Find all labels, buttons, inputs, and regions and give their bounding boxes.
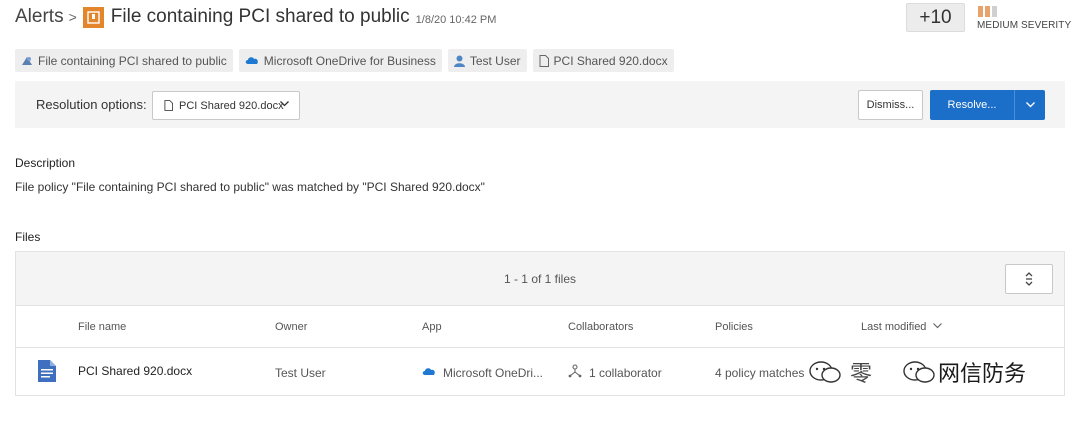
breadcrumb-separator: >: [68, 9, 77, 25]
related-alerts-count[interactable]: +10: [906, 3, 965, 32]
resolution-options-dropdown[interactable]: PCI Shared 920.docx: [152, 91, 300, 120]
policies-cell[interactable]: 4 policy matches: [715, 366, 804, 380]
tag-policy[interactable]: File containing PCI shared to public: [15, 49, 233, 72]
chevron-down-icon: [280, 101, 289, 107]
alert-timestamp: 1/8/20 10:42 PM: [415, 13, 497, 26]
resolution-selected-value: PCI Shared 920.docx: [179, 99, 284, 112]
file-name-cell[interactable]: PCI Shared 920.docx: [78, 364, 192, 378]
document-icon: [164, 100, 173, 111]
word-document-icon: [38, 360, 56, 382]
tag-label: PCI Shared 920.docx: [553, 53, 668, 68]
onedrive-icon: [422, 368, 435, 375]
files-toolbar: 1 - 1 of 1 files: [16, 252, 1064, 306]
tag-app[interactable]: Microsoft OneDrive for Business: [238, 49, 442, 72]
page-title: File containing PCI shared to public: [110, 6, 410, 27]
wechat-icon: [809, 361, 841, 383]
resolve-button-label: Resolve...: [947, 99, 997, 111]
dismiss-button[interactable]: Dismiss...: [858, 90, 923, 120]
column-header-file-name[interactable]: File name: [78, 321, 126, 333]
onedrive-icon: [245, 57, 258, 64]
column-header-owner[interactable]: Owner: [275, 321, 307, 333]
column-header-last-modified[interactable]: Last modified: [861, 321, 942, 333]
description-text: File policy "File containing PCI shared …: [15, 180, 485, 194]
collaborators-icon: [568, 364, 582, 378]
policy-icon: [22, 57, 32, 65]
wechat-icon: [903, 361, 935, 383]
resolution-label: Resolution options:: [36, 97, 147, 112]
column-header-policies[interactable]: Policies: [715, 321, 753, 333]
expand-collapse-icon: [1025, 272, 1033, 286]
files-count: 1 - 1 of 1 files: [503, 272, 577, 286]
collaborators-cell[interactable]: 1 collaborator: [589, 366, 662, 380]
column-settings-button[interactable]: [1005, 264, 1053, 294]
sort-chevron-icon: [932, 323, 942, 329]
app-cell: Microsoft OneDri...: [443, 366, 544, 380]
table-header: File name Owner App Collaborators Polici…: [16, 306, 1064, 348]
column-header-collaborators[interactable]: Collaborators: [568, 321, 633, 333]
files-heading: Files: [15, 230, 41, 244]
breadcrumb-alerts[interactable]: Alerts: [15, 6, 64, 28]
tag-user[interactable]: Test User: [447, 49, 527, 72]
owner-cell: Test User: [275, 366, 326, 380]
column-header-app[interactable]: App: [422, 321, 442, 333]
column-header-label: Last modified: [861, 321, 927, 333]
document-icon: [539, 54, 549, 67]
user-icon: [453, 55, 465, 67]
alert-header: Alerts > File containing PCI shared to p…: [15, 3, 496, 31]
resolve-button[interactable]: Resolve...: [930, 90, 1045, 120]
chevron-down-icon: [1025, 102, 1035, 108]
entity-tags: File containing PCI shared to public Mic…: [15, 49, 674, 72]
resolution-bar: Resolution options: PCI Shared 920.docx …: [15, 81, 1065, 128]
severity-label: MEDIUM SEVERITY: [977, 20, 1072, 31]
tag-label: Microsoft OneDrive for Business: [263, 53, 436, 68]
tag-file[interactable]: PCI Shared 920.docx: [532, 49, 674, 72]
watermark-text-b: 网信防务: [938, 361, 1027, 386]
resolve-dropdown-toggle[interactable]: [1015, 102, 1045, 108]
tag-label: File containing PCI shared to public: [38, 53, 227, 68]
watermark: 零 网信防务: [808, 356, 1026, 388]
description-heading: Description: [15, 156, 76, 170]
alert-type-icon: [82, 6, 104, 28]
watermark-text-a: 零: [850, 361, 873, 386]
tag-label: Test User: [469, 53, 521, 68]
severity-bars-icon: [978, 6, 997, 17]
